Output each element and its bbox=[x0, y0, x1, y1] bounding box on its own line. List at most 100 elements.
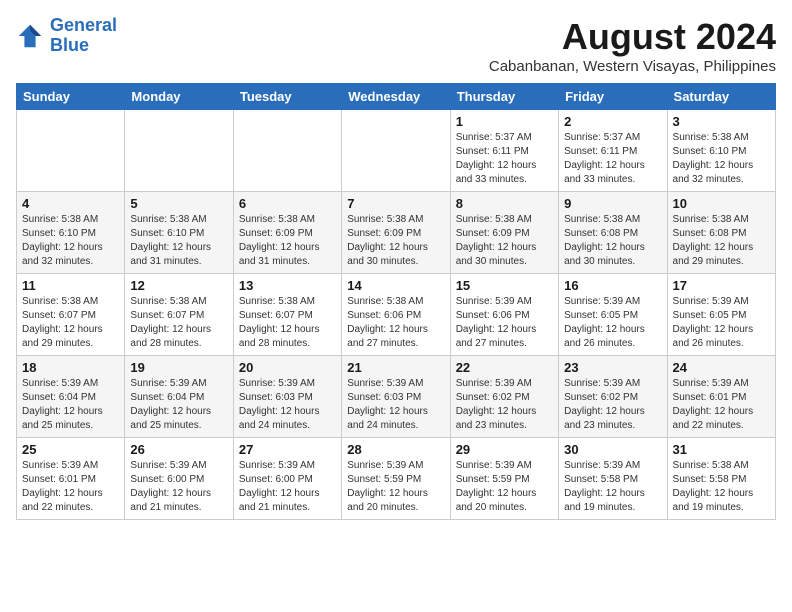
day-number: 29 bbox=[456, 442, 553, 457]
day-info: Sunrise: 5:39 AMSunset: 6:02 PMDaylight:… bbox=[564, 377, 661, 433]
header-row: SundayMondayTuesdayWednesdayThursdayFrid… bbox=[17, 84, 776, 110]
header-day-tuesday: Tuesday bbox=[233, 84, 341, 110]
day-info: Sunrise: 5:38 AMSunset: 6:08 PMDaylight:… bbox=[564, 213, 661, 269]
day-number: 15 bbox=[456, 278, 553, 293]
calendar-cell: 5 Sunrise: 5:38 AMSunset: 6:10 PMDaylight… bbox=[125, 192, 233, 274]
day-info: Sunrise: 5:38 AMSunset: 6:07 PMDaylight:… bbox=[239, 295, 336, 351]
day-number: 25 bbox=[22, 442, 119, 457]
calendar-cell: 12Sunrise: 5:38 AMSunset: 6:07 PMDayligh… bbox=[125, 274, 233, 356]
day-info: Sunrise: 5:39 AMSunset: 6:00 PMDaylight:… bbox=[130, 459, 227, 515]
logo-icon bbox=[16, 22, 44, 50]
logo-line2: Blue bbox=[50, 35, 89, 55]
day-number: 26 bbox=[130, 442, 227, 457]
day-number: 3 bbox=[673, 114, 770, 129]
day-number: 21 bbox=[347, 360, 444, 375]
calendar-cell bbox=[342, 110, 450, 192]
day-number: 5 bbox=[130, 196, 227, 211]
day-info: Sunrise: 5:39 AMSunset: 6:00 PMDaylight:… bbox=[239, 459, 336, 515]
day-info: Sunrise: 5:38 AMSunset: 6:09 PMDaylight:… bbox=[239, 213, 336, 269]
calendar-cell: 30 Sunrise: 5:39 AMSunset: 5:58 PMDayligh… bbox=[559, 438, 667, 520]
week-row-1: 1 Sunrise: 5:37 AMSunset: 6:11 PMDaylight… bbox=[17, 110, 776, 192]
day-number: 18 bbox=[22, 360, 119, 375]
calendar-cell: 17 Sunrise: 5:39 AMSunset: 6:05 PMDayligh… bbox=[667, 274, 775, 356]
day-number: 27 bbox=[239, 442, 336, 457]
day-number: 14 bbox=[347, 278, 444, 293]
day-info: Sunrise: 5:39 AMSunset: 6:01 PMDaylight:… bbox=[673, 377, 770, 433]
day-info: Sunrise: 5:39 AMSunset: 6:04 PMDaylight:… bbox=[22, 377, 119, 433]
day-info: Sunrise: 5:38 AMSunset: 6:09 PMDaylight:… bbox=[347, 213, 444, 269]
calendar-cell: 16Sunrise: 5:39 AMSunset: 6:05 PMDayligh… bbox=[559, 274, 667, 356]
day-info: Sunrise: 5:37 AMSunset: 6:11 PMDaylight:… bbox=[564, 131, 661, 187]
calendar-cell: 15Sunrise: 5:39 AMSunset: 6:06 PMDayligh… bbox=[450, 274, 558, 356]
calendar-cell: 19Sunrise: 5:39 AMSunset: 6:04 PMDayligh… bbox=[125, 356, 233, 438]
calendar-table: SundayMondayTuesdayWednesdayThursdayFrid… bbox=[16, 83, 776, 520]
day-info: Sunrise: 5:38 AMSunset: 6:10 PMDaylight:… bbox=[673, 131, 770, 187]
week-row-3: 11 Sunrise: 5:38 AMSunset: 6:07 PMDayligh… bbox=[17, 274, 776, 356]
week-row-5: 25Sunrise: 5:39 AMSunset: 6:01 PMDayligh… bbox=[17, 438, 776, 520]
calendar-cell: 9 Sunrise: 5:38 AMSunset: 6:08 PMDaylight… bbox=[559, 192, 667, 274]
calendar-cell: 23 Sunrise: 5:39 AMSunset: 6:02 PMDayligh… bbox=[559, 356, 667, 438]
calendar-cell: 28 Sunrise: 5:39 AMSunset: 5:59 PMDayligh… bbox=[342, 438, 450, 520]
calendar-cell: 13 Sunrise: 5:38 AMSunset: 6:07 PMDayligh… bbox=[233, 274, 341, 356]
header-day-sunday: Sunday bbox=[17, 84, 125, 110]
header-day-monday: Monday bbox=[125, 84, 233, 110]
calendar-title: August 2024 bbox=[489, 16, 776, 58]
day-info: Sunrise: 5:39 AMSunset: 6:03 PMDaylight:… bbox=[239, 377, 336, 433]
day-number: 17 bbox=[673, 278, 770, 293]
week-row-4: 18 Sunrise: 5:39 AMSunset: 6:04 PMDayligh… bbox=[17, 356, 776, 438]
day-number: 23 bbox=[564, 360, 661, 375]
calendar-cell bbox=[233, 110, 341, 192]
calendar-cell bbox=[17, 110, 125, 192]
calendar-cell bbox=[125, 110, 233, 192]
day-number: 6 bbox=[239, 196, 336, 211]
calendar-cell: 31 Sunrise: 5:38 AMSunset: 5:58 PMDayligh… bbox=[667, 438, 775, 520]
day-number: 9 bbox=[564, 196, 661, 211]
calendar-cell: 24 Sunrise: 5:39 AMSunset: 6:01 PMDayligh… bbox=[667, 356, 775, 438]
calendar-cell: 14 Sunrise: 5:38 AMSunset: 6:06 PMDayligh… bbox=[342, 274, 450, 356]
day-info: Sunrise: 5:39 AMSunset: 5:58 PMDaylight:… bbox=[564, 459, 661, 515]
day-number: 2 bbox=[564, 114, 661, 129]
calendar-cell: 3 Sunrise: 5:38 AMSunset: 6:10 PMDaylight… bbox=[667, 110, 775, 192]
calendar-cell: 4Sunrise: 5:38 AMSunset: 6:10 PMDaylight… bbox=[17, 192, 125, 274]
header: General Blue August 2024 Cabanbanan, Wes… bbox=[16, 16, 776, 75]
calendar-cell: 29Sunrise: 5:39 AMSunset: 5:59 PMDayligh… bbox=[450, 438, 558, 520]
day-number: 13 bbox=[239, 278, 336, 293]
day-info: Sunrise: 5:38 AMSunset: 6:10 PMDaylight:… bbox=[130, 213, 227, 269]
day-info: Sunrise: 5:38 AMSunset: 6:07 PMDaylight:… bbox=[22, 295, 119, 351]
header-day-thursday: Thursday bbox=[450, 84, 558, 110]
calendar-cell: 21 Sunrise: 5:39 AMSunset: 6:03 PMDayligh… bbox=[342, 356, 450, 438]
calendar-cell: 8Sunrise: 5:38 AMSunset: 6:09 PMDaylight… bbox=[450, 192, 558, 274]
calendar-cell: 27 Sunrise: 5:39 AMSunset: 6:00 PMDayligh… bbox=[233, 438, 341, 520]
title-area: August 2024 Cabanbanan, Western Visayas,… bbox=[489, 16, 776, 75]
day-number: 11 bbox=[22, 278, 119, 293]
day-number: 28 bbox=[347, 442, 444, 457]
logo-line1: General bbox=[50, 15, 117, 35]
day-number: 1 bbox=[456, 114, 553, 129]
calendar-subtitle: Cabanbanan, Western Visayas, Philippines bbox=[489, 58, 776, 75]
day-info: Sunrise: 5:39 AMSunset: 6:05 PMDaylight:… bbox=[673, 295, 770, 351]
day-info: Sunrise: 5:38 AMSunset: 5:58 PMDaylight:… bbox=[673, 459, 770, 515]
day-info: Sunrise: 5:38 AMSunset: 6:06 PMDaylight:… bbox=[347, 295, 444, 351]
day-info: Sunrise: 5:39 AMSunset: 6:02 PMDaylight:… bbox=[456, 377, 553, 433]
day-info: Sunrise: 5:39 AMSunset: 5:59 PMDaylight:… bbox=[347, 459, 444, 515]
day-number: 30 bbox=[564, 442, 661, 457]
calendar-cell: 22Sunrise: 5:39 AMSunset: 6:02 PMDayligh… bbox=[450, 356, 558, 438]
day-info: Sunrise: 5:39 AMSunset: 6:04 PMDaylight:… bbox=[130, 377, 227, 433]
day-info: Sunrise: 5:39 AMSunset: 6:03 PMDaylight:… bbox=[347, 377, 444, 433]
day-number: 20 bbox=[239, 360, 336, 375]
day-number: 31 bbox=[673, 442, 770, 457]
header-day-friday: Friday bbox=[559, 84, 667, 110]
calendar-cell: 6 Sunrise: 5:38 AMSunset: 6:09 PMDaylight… bbox=[233, 192, 341, 274]
calendar-cell: 26 Sunrise: 5:39 AMSunset: 6:00 PMDayligh… bbox=[125, 438, 233, 520]
calendar-cell: 2 Sunrise: 5:37 AMSunset: 6:11 PMDaylight… bbox=[559, 110, 667, 192]
calendar-cell: 10Sunrise: 5:38 AMSunset: 6:08 PMDayligh… bbox=[667, 192, 775, 274]
week-row-2: 4 Sunrise: 5:38 AMSunset: 6:10 PMDaylight… bbox=[17, 192, 776, 274]
day-number: 4 bbox=[22, 196, 119, 211]
day-number: 7 bbox=[347, 196, 444, 211]
header-day-saturday: Saturday bbox=[667, 84, 775, 110]
day-number: 24 bbox=[673, 360, 770, 375]
day-number: 16 bbox=[564, 278, 661, 293]
day-info: Sunrise: 5:37 AMSunset: 6:11 PMDaylight:… bbox=[456, 131, 553, 187]
header-day-wednesday: Wednesday bbox=[342, 84, 450, 110]
calendar-header: SundayMondayTuesdayWednesdayThursdayFrid… bbox=[17, 84, 776, 110]
